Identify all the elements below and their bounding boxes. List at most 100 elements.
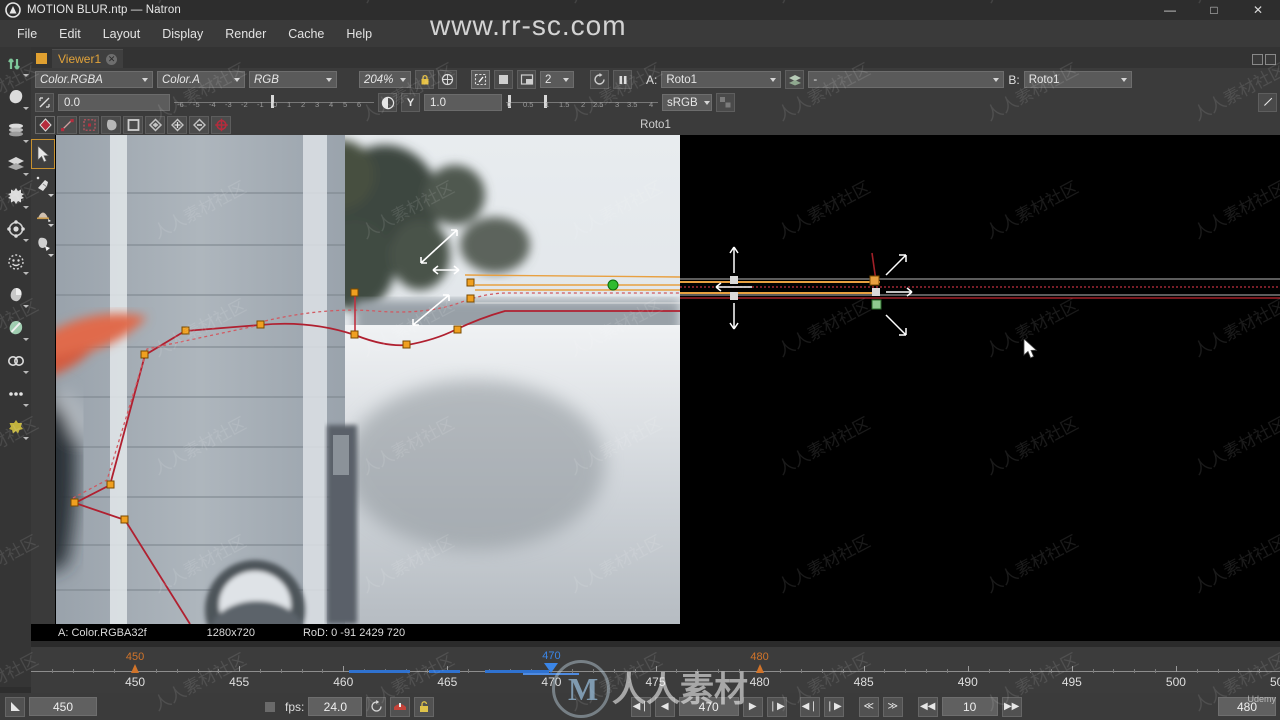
roto-tool-bezier-shape[interactable] <box>101 115 121 134</box>
previous-keyframe-button[interactable]: ≪ <box>858 696 879 717</box>
roto-tool-select-points[interactable] <box>79 115 99 134</box>
fastforward-button[interactable]: ▶▶ <box>1001 696 1022 717</box>
color-picker-button[interactable] <box>1258 93 1277 112</box>
menu-layout[interactable]: Layout <box>92 23 152 45</box>
timeline-tick-minor <box>780 669 782 673</box>
viewer-tool-edit-points[interactable] <box>31 169 55 199</box>
gain-field[interactable]: 0.0 <box>58 94 170 111</box>
maximize-button[interactable]: □ <box>1192 0 1236 20</box>
viewer-tool-clone[interactable] <box>31 229 55 259</box>
next-increment-button[interactable]: ❘▶ <box>823 696 844 717</box>
rail-item-channel-nodes[interactable] <box>0 146 31 179</box>
fps-field[interactable]: 24.0 <box>308 697 363 716</box>
roto-spline-overlay[interactable] <box>55 135 680 624</box>
zoom-combo[interactable]: 204% <box>359 71 411 88</box>
previous-increment-button[interactable]: ◀❘ <box>799 696 820 717</box>
checkerboard-icon <box>720 97 731 108</box>
viewer-canvas[interactable] <box>31 135 1280 624</box>
current-frame-field[interactable]: 470 <box>678 697 739 716</box>
rail-item-color-nodes[interactable] <box>0 179 31 212</box>
checkerboard-button[interactable] <box>716 93 735 112</box>
timeline[interactable]: 450 455 460 465 470 475 480 485 490 495 500 505 450 4… <box>31 647 1280 693</box>
pause-viewer-button[interactable] <box>613 70 632 89</box>
clipping-toggle-button[interactable] <box>378 93 397 112</box>
play-forward-button[interactable]: ▶ <box>742 696 763 717</box>
roto-tool-smooth[interactable] <box>189 115 209 134</box>
timeline-playhead[interactable] <box>544 663 559 673</box>
timeline-ruler[interactable]: 450 455 460 465 470 475 480 485 490 495 500 505 450 4… <box>31 647 1280 693</box>
display-channels-combo[interactable]: RGB <box>249 71 337 88</box>
rewind-button[interactable]: ◀◀ <box>917 696 938 717</box>
timeline-bounds-button[interactable] <box>5 696 25 717</box>
gamma-toggle-button[interactable]: Y <box>401 93 420 112</box>
rail-item-extra-nodes[interactable] <box>0 410 31 443</box>
gamma-field[interactable]: 1.0 <box>424 94 502 111</box>
input-b-combo[interactable]: Roto1 <box>1023 71 1132 88</box>
menu-display[interactable]: Display <box>151 23 214 45</box>
zoom-lock-button[interactable] <box>415 70 434 89</box>
rail-item-views-nodes[interactable] <box>0 344 31 377</box>
center-image-button[interactable] <box>438 70 457 89</box>
rail-item-keyer-nodes[interactable] <box>0 245 31 278</box>
roto-tool-rectangle[interactable] <box>123 115 143 134</box>
roto-tool-feather[interactable] <box>167 115 187 134</box>
previous-frame-button[interactable]: ◀ <box>654 696 675 717</box>
rail-item-time-nodes[interactable] <box>0 113 31 146</box>
close-panel-icon[interactable] <box>1265 54 1276 65</box>
roto-tool-transform[interactable] <box>211 115 231 134</box>
colorspace-combo[interactable]: sRGB <box>662 94 712 111</box>
rail-item-other-nodes[interactable] <box>0 377 31 410</box>
next-keyframe-button[interactable]: ≫ <box>882 696 903 717</box>
roto-tool-ellipse[interactable] <box>145 115 165 134</box>
frame-range-lock-indicator[interactable] <box>265 701 275 712</box>
menu-cache[interactable]: Cache <box>277 23 335 45</box>
float-panel-icon[interactable] <box>1252 54 1263 65</box>
alpha-channel-combo[interactable]: Color.A <box>157 71 245 88</box>
mipmap-combo[interactable]: 2 <box>540 71 574 88</box>
minimize-button[interactable]: — <box>1148 0 1192 20</box>
timeline-bookmark-label[interactable]: 450 <box>126 651 144 663</box>
viewer-tool-select[interactable] <box>31 139 55 169</box>
last-frame-button[interactable]: ❘▶ <box>766 696 787 717</box>
turbo-mode-button[interactable] <box>390 696 411 717</box>
menu-edit[interactable]: Edit <box>48 23 92 45</box>
operation-combo[interactable]: - <box>808 71 1005 88</box>
close-icon[interactable]: ✕ <box>106 53 118 65</box>
timeline-tick-minor <box>905 669 907 673</box>
timeline-bookmark-label[interactable]: 480 <box>750 651 768 663</box>
viewer-tool-brush[interactable] <box>31 199 55 229</box>
in-frame-field[interactable]: 450 <box>29 697 97 716</box>
auto-contrast-button[interactable] <box>35 93 54 112</box>
increment-field[interactable]: 10 <box>941 697 998 716</box>
rail-item-image-nodes[interactable] <box>0 47 31 80</box>
close-button[interactable]: ✕ <box>1236 0 1280 20</box>
timeline-lock-button[interactable] <box>414 696 435 717</box>
clip-to-project-button[interactable] <box>471 70 490 89</box>
rail-item-transform-nodes[interactable] <box>0 311 31 344</box>
region-of-interest-button[interactable] <box>517 70 536 89</box>
input-a-combo[interactable]: Roto1 <box>661 71 782 88</box>
out-frame-field[interactable]: 480 <box>1218 697 1276 716</box>
first-frame-button[interactable]: ◀❘ <box>630 696 651 717</box>
timeline-bookmark-marker[interactable] <box>131 664 140 673</box>
rail-item-merge-nodes[interactable] <box>0 278 31 311</box>
rail-item-filter-nodes[interactable] <box>0 212 31 245</box>
proxy-mode-button[interactable] <box>494 70 513 89</box>
rail-item-draw-nodes[interactable] <box>0 80 31 113</box>
menu-file[interactable]: File <box>6 23 48 45</box>
timeline-tick-minor <box>72 669 74 673</box>
tab-viewer1[interactable]: Viewer1 ✕ <box>52 49 124 68</box>
timeline-playhead-bar[interactable] <box>523 673 580 675</box>
fps-refresh-button[interactable] <box>366 696 387 717</box>
blend-operator-button[interactable] <box>785 70 805 89</box>
gamma-slider[interactable]: 0 0.5 1 1.5 2 2.5 3 3.5 4 <box>506 93 658 113</box>
roto-tool-select-all[interactable] <box>35 115 55 134</box>
menu-render[interactable]: Render <box>214 23 277 45</box>
roto-tool-bezier-point[interactable] <box>57 115 77 134</box>
layer-combo[interactable]: Color.RGBA <box>35 71 153 88</box>
refresh-viewer-button[interactable] <box>590 70 609 89</box>
menu-help[interactable]: Help <box>335 23 383 45</box>
transform-handles-overlay[interactable] <box>680 135 1280 624</box>
timeline-bookmark-marker[interactable] <box>755 664 764 673</box>
gain-slider[interactable]: -6 -5 -4 -3 -2 -1 01 23 45 6 <box>174 93 374 113</box>
